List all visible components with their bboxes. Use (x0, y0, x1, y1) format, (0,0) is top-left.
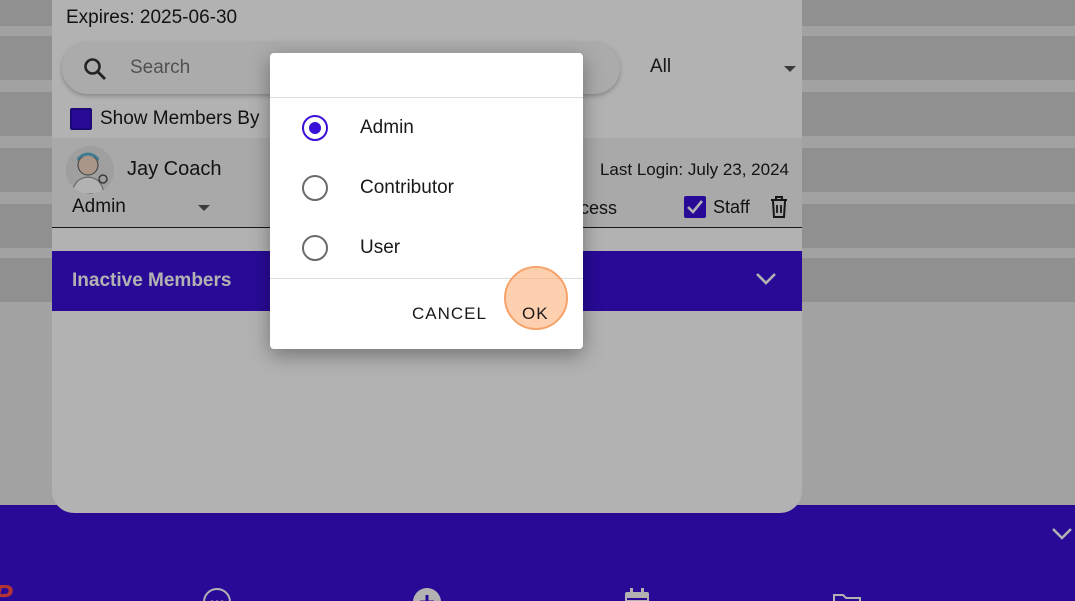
divider (270, 97, 583, 98)
role-picker-dialog: Admin Contributor User CANCEL OK (270, 53, 583, 349)
radio-button[interactable] (302, 235, 328, 261)
radio-button[interactable] (302, 115, 328, 141)
role-option-label: Contributor (360, 177, 454, 198)
cancel-button[interactable]: CANCEL (412, 301, 487, 327)
role-option-label: User (360, 237, 401, 258)
role-option-admin[interactable]: Admin (270, 102, 583, 154)
radio-button[interactable] (302, 175, 328, 201)
role-option-label: Admin (360, 117, 414, 138)
ok-button[interactable]: OK (522, 301, 549, 327)
role-option-contributor[interactable]: Contributor (270, 162, 583, 214)
